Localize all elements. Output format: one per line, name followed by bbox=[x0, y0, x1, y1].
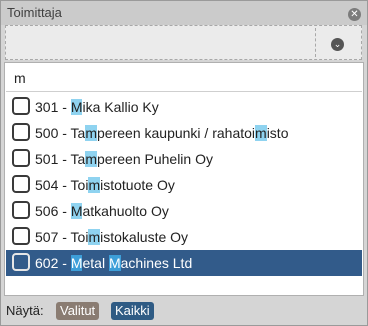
title-bar: Toimittaja ✕ bbox=[1, 1, 367, 25]
list-item[interactable]: 507 - Toimistokaluste Oy bbox=[6, 224, 362, 250]
item-label: 500 - Tampereen kaupunki / rahatoimisto bbox=[35, 125, 288, 141]
item-text: istokaluste Oy bbox=[100, 229, 189, 245]
item-label: 504 - Toimistotuote Oy bbox=[35, 177, 175, 193]
match-highlight: m bbox=[85, 125, 98, 141]
item-text: etal bbox=[82, 255, 109, 271]
item-label: 506 - Matkahuolto Oy bbox=[35, 203, 169, 219]
supplier-select[interactable]: ⌄ bbox=[5, 25, 362, 60]
supplier-filter-panel: Toimittaja ✕ ⌄ 301 - Mika Kallio Ky 500 … bbox=[0, 0, 368, 326]
item-text: 507 - Toi bbox=[35, 229, 89, 245]
item-text: pereen kaupunki / rahatoi bbox=[97, 125, 256, 141]
match-highlight: m bbox=[255, 125, 267, 141]
match-highlight: m bbox=[85, 151, 98, 167]
checkbox[interactable] bbox=[12, 149, 30, 167]
item-text: 501 - Ta bbox=[35, 151, 86, 167]
item-text: pereen Puhelin Oy bbox=[97, 151, 213, 167]
checkbox[interactable] bbox=[12, 175, 30, 193]
chevron-down-icon[interactable]: ⌄ bbox=[331, 38, 344, 51]
list-item[interactable]: 504 - Toimistotuote Oy bbox=[6, 172, 362, 198]
item-label: 501 - Tampereen Puhelin Oy bbox=[35, 151, 213, 167]
show-all-button[interactable]: Kaikki bbox=[111, 302, 154, 320]
dropdown-list: 301 - Mika Kallio Ky 500 - Tampereen kau… bbox=[4, 62, 364, 296]
item-label: 301 - Mika Kallio Ky bbox=[35, 99, 159, 115]
item-text: ika Kallio Ky bbox=[82, 99, 159, 115]
match-highlight: M bbox=[70, 203, 83, 219]
item-text: 506 - bbox=[35, 203, 71, 219]
item-text: 301 - bbox=[35, 99, 71, 115]
match-highlight: M bbox=[70, 99, 83, 115]
select-divider bbox=[315, 28, 316, 57]
item-label: 602 - Metal Machines Ltd bbox=[35, 255, 192, 271]
match-highlight: m bbox=[88, 177, 101, 193]
panel-title: Toimittaja bbox=[7, 5, 62, 20]
show-selected-button[interactable]: Valitut bbox=[56, 302, 100, 320]
item-label: 507 - Toimistokaluste Oy bbox=[35, 229, 188, 245]
item-text: isto bbox=[266, 125, 289, 141]
item-text: achines Ltd bbox=[120, 255, 193, 271]
match-highlight: M bbox=[70, 255, 83, 271]
item-text: 602 - bbox=[35, 255, 71, 271]
checkbox[interactable] bbox=[12, 227, 30, 245]
list-item[interactable]: 301 - Mika Kallio Ky bbox=[6, 94, 362, 120]
item-text: atkahuolto Oy bbox=[82, 203, 169, 219]
search-input[interactable] bbox=[6, 64, 362, 92]
match-highlight: M bbox=[108, 255, 121, 271]
close-icon[interactable]: ✕ bbox=[348, 8, 361, 21]
checkbox[interactable] bbox=[12, 253, 30, 271]
list-item[interactable]: 500 - Tampereen kaupunki / rahatoimisto bbox=[6, 120, 362, 146]
item-text: 500 - Ta bbox=[35, 125, 86, 141]
checkbox[interactable] bbox=[12, 97, 30, 115]
list-item[interactable]: 501 - Tampereen Puhelin Oy bbox=[6, 146, 362, 172]
item-text: istotuote Oy bbox=[100, 177, 175, 193]
list-item[interactable]: 506 - Matkahuolto Oy bbox=[6, 198, 362, 224]
checkbox[interactable] bbox=[12, 201, 30, 219]
match-highlight: m bbox=[88, 229, 101, 245]
list-item-selected[interactable]: 602 - Metal Machines Ltd bbox=[6, 250, 362, 276]
checkbox[interactable] bbox=[12, 123, 30, 141]
item-text: 504 - Toi bbox=[35, 177, 89, 193]
show-label: Näytä: bbox=[6, 303, 44, 318]
